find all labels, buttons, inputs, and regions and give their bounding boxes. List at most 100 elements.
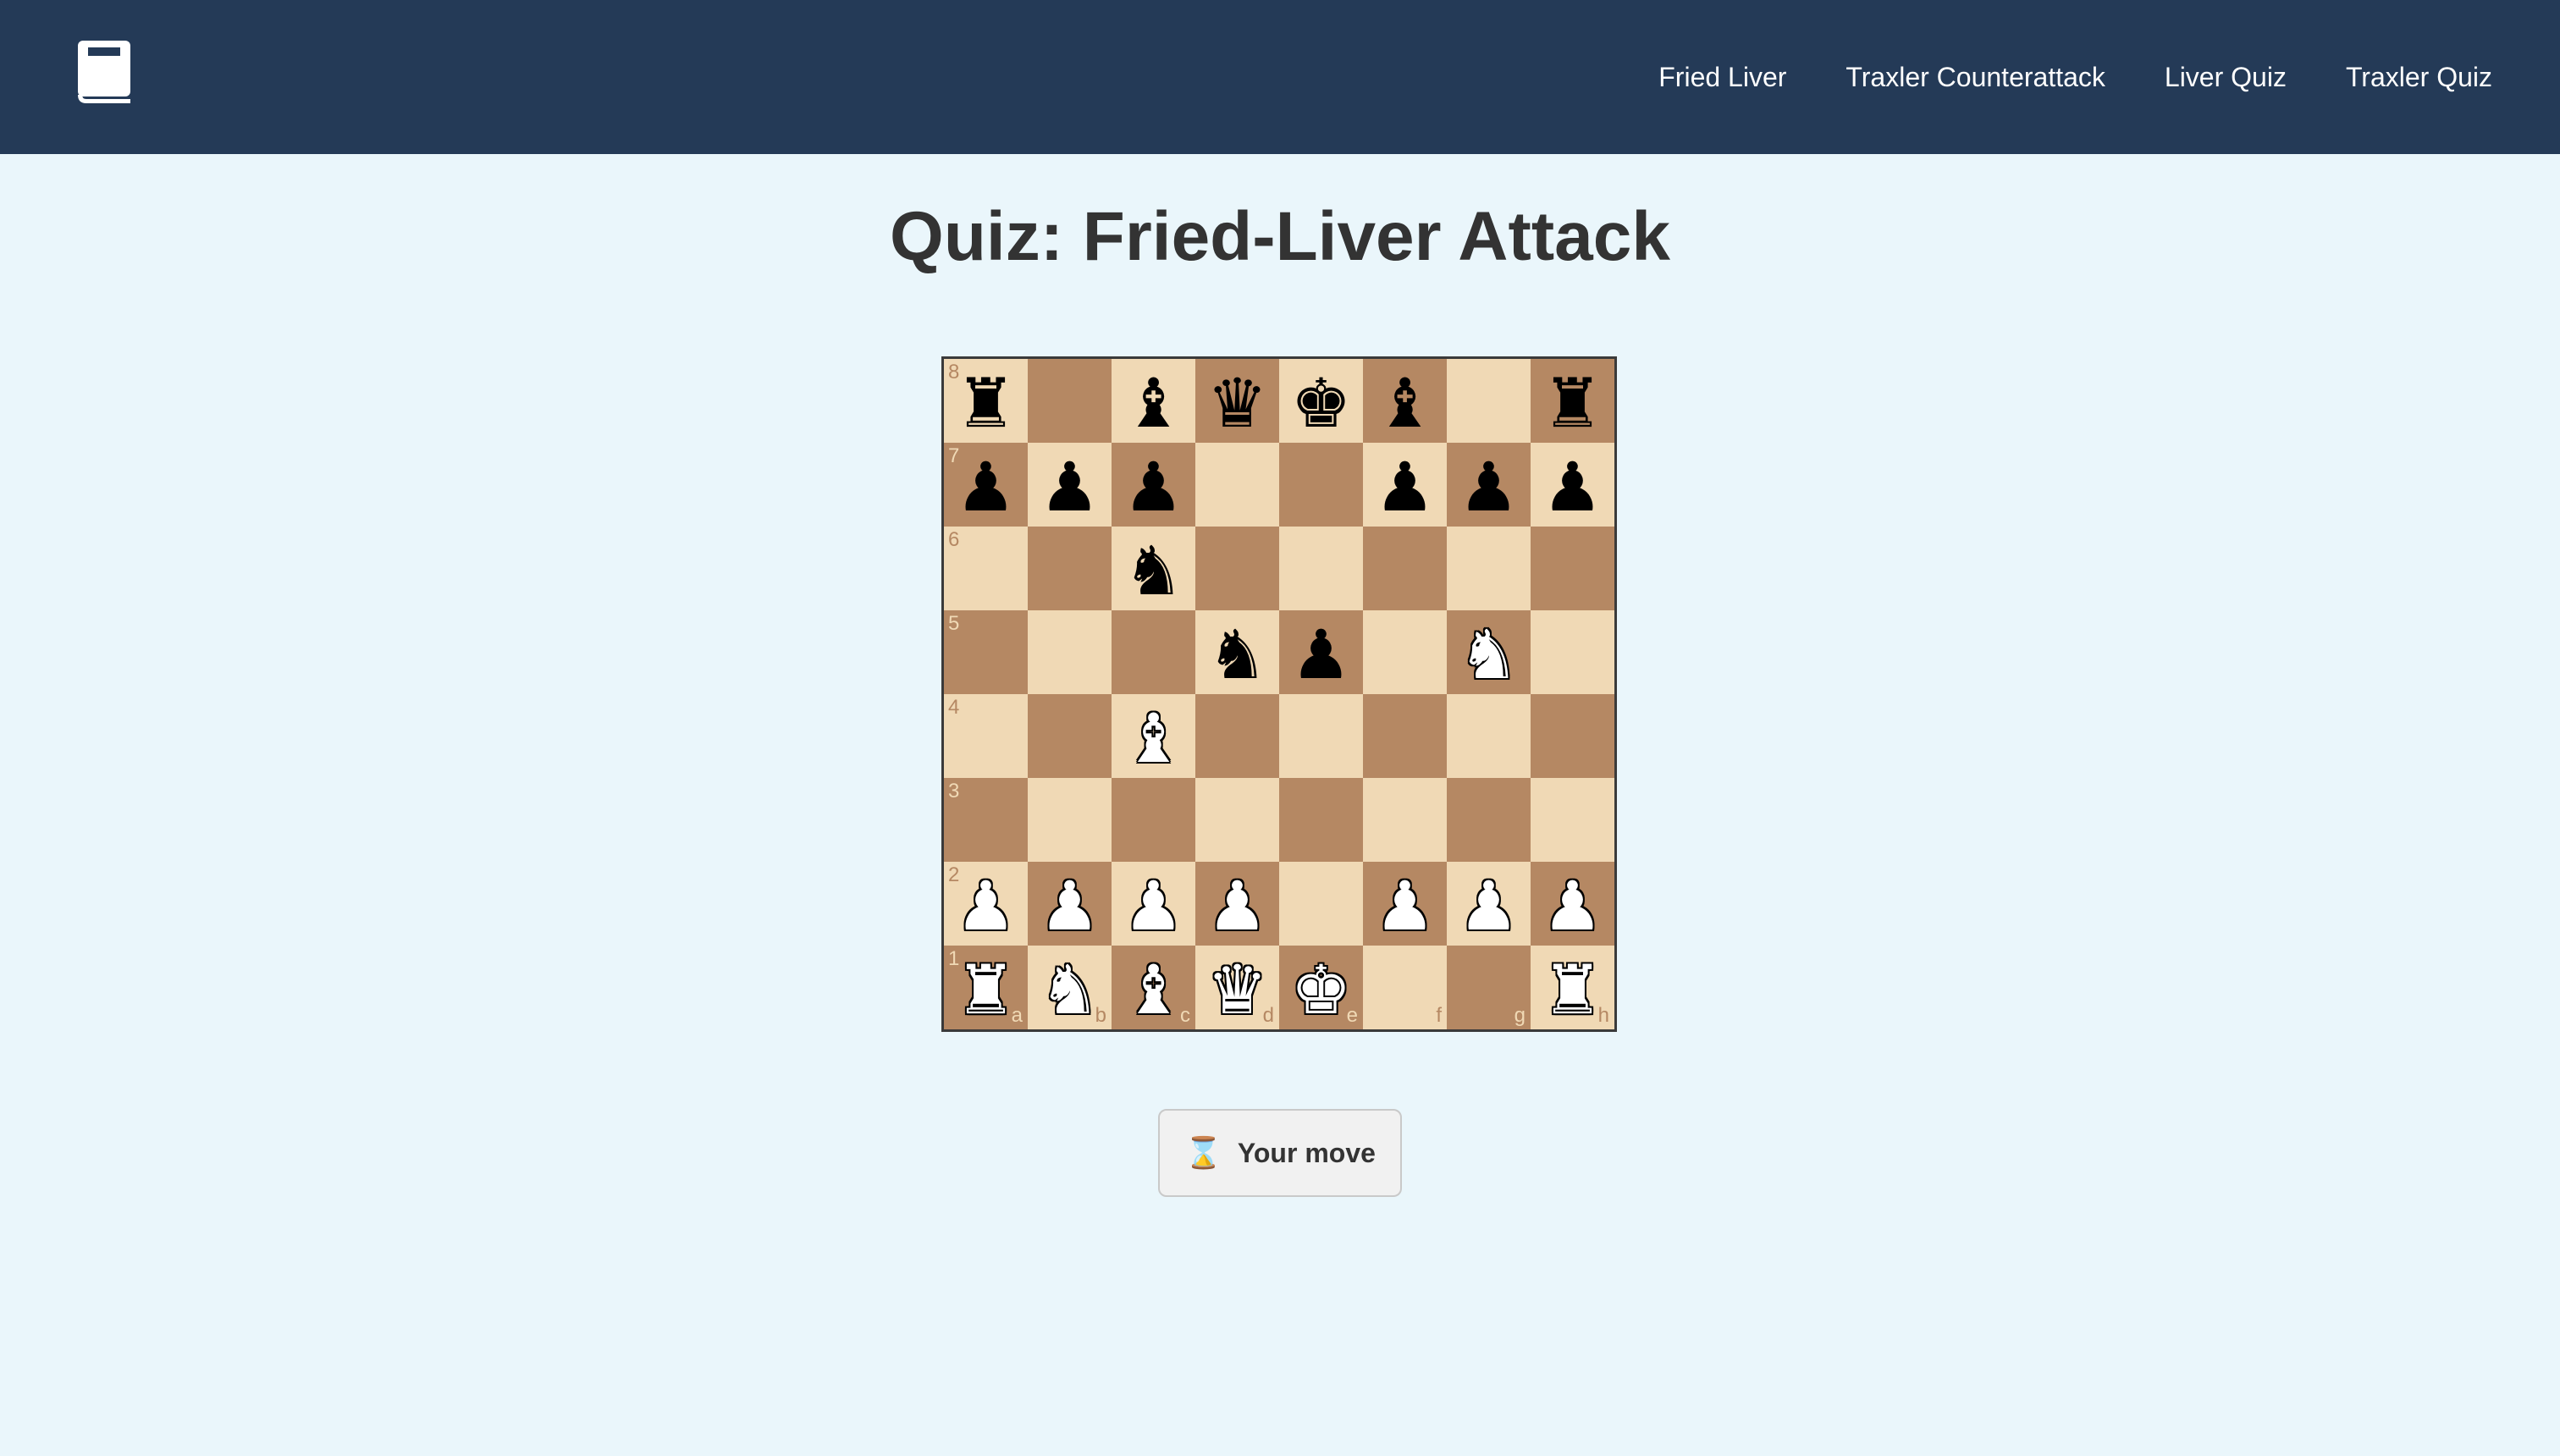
square-g2[interactable]: ♟ (1447, 862, 1531, 946)
square-e3[interactable] (1279, 778, 1363, 862)
square-h8[interactable]: ♜ (1531, 359, 1614, 443)
square-d8[interactable]: ♛ (1195, 359, 1279, 443)
black-bishop-icon[interactable]: ♝ (1375, 369, 1436, 438)
black-pawn-icon[interactable]: ♟ (1291, 620, 1352, 689)
chess-board[interactable]: 8 ♜ ♝ ♛ ♚ ♝ ♜ 7 ♟ ♟ ♟ ♟ ♟ ♟ 6 ♞ 5 ♞ ♟ ♞ 4 ♝ 3 2 ♟ ♟ ♟ ♟ ♟ ♟ ♟ 1 a ♜ b ♞ c ♝ d ♛… (941, 356, 1617, 1032)
black-rook-icon[interactable]: ♜ (1542, 369, 1603, 438)
square-g8[interactable] (1447, 359, 1531, 443)
status-button[interactable]: ⌛ Your move (1158, 1109, 1402, 1197)
square-h5[interactable] (1531, 610, 1614, 694)
square-b7[interactable]: ♟ (1028, 443, 1112, 527)
square-d6[interactable] (1195, 527, 1279, 610)
square-e8[interactable]: ♚ (1279, 359, 1363, 443)
square-f4[interactable] (1363, 694, 1447, 778)
black-bishop-icon[interactable]: ♝ (1123, 369, 1184, 438)
white-pawn-icon[interactable]: ♟ (1123, 872, 1184, 940)
black-knight-icon[interactable]: ♞ (1207, 620, 1268, 689)
square-a2[interactable]: 2 ♟ (944, 862, 1028, 946)
square-a8[interactable]: 8 ♜ (944, 359, 1028, 443)
square-c5[interactable] (1112, 610, 1195, 694)
square-g7[interactable]: ♟ (1447, 443, 1531, 527)
book-icon[interactable] (74, 39, 134, 107)
square-c6[interactable]: ♞ (1112, 527, 1195, 610)
square-h7[interactable]: ♟ (1531, 443, 1614, 527)
square-b2[interactable]: ♟ (1028, 862, 1112, 946)
square-a4[interactable]: 4 (944, 694, 1028, 778)
square-b5[interactable] (1028, 610, 1112, 694)
nav-link-traxler-counterattack[interactable]: Traxler Counterattack (1846, 62, 2105, 93)
square-b1[interactable]: b ♞ (1028, 946, 1112, 1029)
square-c7[interactable]: ♟ (1112, 443, 1195, 527)
white-bishop-icon[interactable]: ♝ (1123, 956, 1184, 1024)
black-pawn-icon[interactable]: ♟ (1375, 453, 1436, 521)
square-f6[interactable] (1363, 527, 1447, 610)
black-rook-icon[interactable]: ♜ (956, 369, 1017, 438)
square-a3[interactable]: 3 (944, 778, 1028, 862)
square-b4[interactable] (1028, 694, 1112, 778)
square-b6[interactable] (1028, 527, 1112, 610)
white-rook-icon[interactable]: ♜ (956, 956, 1017, 1024)
square-b3[interactable] (1028, 778, 1112, 862)
square-d1[interactable]: d ♛ (1195, 946, 1279, 1029)
square-h6[interactable] (1531, 527, 1614, 610)
nav-link-liver-quiz[interactable]: Liver Quiz (2165, 62, 2287, 93)
square-e7[interactable] (1279, 443, 1363, 527)
black-pawn-icon[interactable]: ♟ (1459, 453, 1520, 521)
square-d5[interactable]: ♞ (1195, 610, 1279, 694)
square-a5[interactable]: 5 (944, 610, 1028, 694)
white-pawn-icon[interactable]: ♟ (1542, 872, 1603, 940)
square-e4[interactable] (1279, 694, 1363, 778)
square-g6[interactable] (1447, 527, 1531, 610)
square-h2[interactable]: ♟ (1531, 862, 1614, 946)
square-d2[interactable]: ♟ (1195, 862, 1279, 946)
square-d4[interactable] (1195, 694, 1279, 778)
black-pawn-icon[interactable]: ♟ (1542, 453, 1603, 521)
white-pawn-icon[interactable]: ♟ (1459, 872, 1520, 940)
black-queen-icon[interactable]: ♛ (1207, 369, 1268, 438)
square-e5[interactable]: ♟ (1279, 610, 1363, 694)
square-d3[interactable] (1195, 778, 1279, 862)
white-pawn-icon[interactable]: ♟ (956, 872, 1017, 940)
black-pawn-icon[interactable]: ♟ (1040, 453, 1101, 521)
white-pawn-icon[interactable]: ♟ (1040, 872, 1101, 940)
square-g3[interactable] (1447, 778, 1531, 862)
white-queen-icon[interactable]: ♛ (1207, 956, 1268, 1024)
white-king-icon[interactable]: ♚ (1291, 956, 1352, 1024)
white-rook-icon[interactable]: ♜ (1542, 956, 1603, 1024)
square-c4[interactable]: ♝ (1112, 694, 1195, 778)
square-c3[interactable] (1112, 778, 1195, 862)
square-e1[interactable]: e ♚ (1279, 946, 1363, 1029)
square-a1[interactable]: 1 a ♜ (944, 946, 1028, 1029)
black-king-icon[interactable]: ♚ (1291, 369, 1352, 438)
white-pawn-icon[interactable]: ♟ (1207, 872, 1268, 940)
nav-link-fried-liver[interactable]: Fried Liver (1658, 62, 1786, 93)
square-e6[interactable] (1279, 527, 1363, 610)
square-g1[interactable]: g (1447, 946, 1531, 1029)
square-f1[interactable]: f (1363, 946, 1447, 1029)
white-bishop-icon[interactable]: ♝ (1123, 704, 1184, 773)
square-h4[interactable] (1531, 694, 1614, 778)
square-a6[interactable]: 6 (944, 527, 1028, 610)
square-c8[interactable]: ♝ (1112, 359, 1195, 443)
square-f5[interactable] (1363, 610, 1447, 694)
white-pawn-icon[interactable]: ♟ (1375, 872, 1436, 940)
square-e2[interactable] (1279, 862, 1363, 946)
square-c1[interactable]: c ♝ (1112, 946, 1195, 1029)
square-f8[interactable]: ♝ (1363, 359, 1447, 443)
square-f7[interactable]: ♟ (1363, 443, 1447, 527)
black-pawn-icon[interactable]: ♟ (956, 453, 1017, 521)
square-h1[interactable]: h ♜ (1531, 946, 1614, 1029)
square-f3[interactable] (1363, 778, 1447, 862)
square-d7[interactable] (1195, 443, 1279, 527)
square-h3[interactable] (1531, 778, 1614, 862)
square-f2[interactable]: ♟ (1363, 862, 1447, 946)
square-g4[interactable] (1447, 694, 1531, 778)
square-a7[interactable]: 7 ♟ (944, 443, 1028, 527)
black-pawn-icon[interactable]: ♟ (1123, 453, 1184, 521)
white-knight-icon[interactable]: ♞ (1040, 956, 1101, 1024)
black-knight-icon[interactable]: ♞ (1123, 537, 1184, 605)
square-b8[interactable] (1028, 359, 1112, 443)
nav-link-traxler-quiz[interactable]: Traxler Quiz (2346, 62, 2492, 93)
square-c2[interactable]: ♟ (1112, 862, 1195, 946)
white-knight-icon[interactable]: ♞ (1459, 620, 1520, 689)
